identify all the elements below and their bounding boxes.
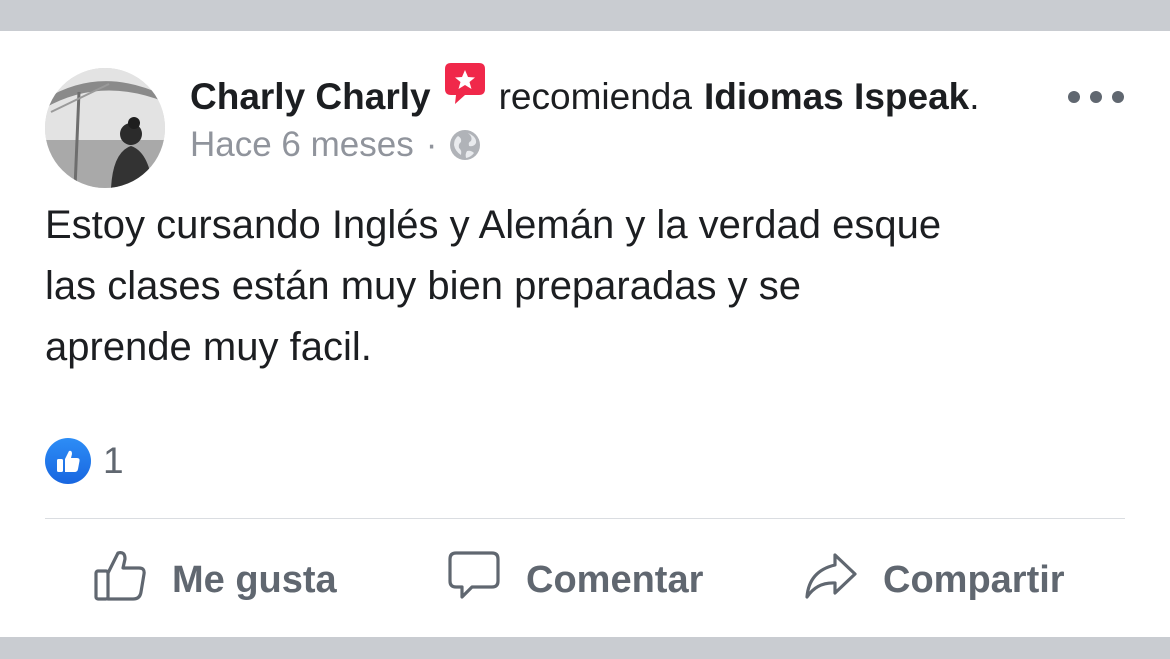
author-name[interactable]: Charly Charly bbox=[190, 76, 431, 118]
reactions-summary[interactable]: 1 bbox=[45, 438, 124, 484]
actions-divider bbox=[45, 518, 1125, 519]
thumbs-up-icon bbox=[92, 547, 148, 613]
post-timestamp[interactable]: Hace 6 meses bbox=[190, 125, 414, 165]
page-name-suffix: . bbox=[969, 76, 980, 117]
post-actions: Me gusta Comentar Compartir bbox=[0, 549, 1170, 611]
like-button[interactable]: Me gusta bbox=[92, 549, 337, 611]
recommend-badge-icon bbox=[443, 61, 487, 114]
post-header: Charly Charly recomienda Idiomas Ispeak. bbox=[190, 62, 980, 121]
post-text-line: Estoy cursando Inglés y Alemán y la verd… bbox=[45, 203, 942, 247]
comment-button[interactable]: Comentar bbox=[446, 549, 703, 611]
more-options-icon[interactable] bbox=[1068, 89, 1124, 105]
recommend-text: recomienda bbox=[498, 76, 692, 117]
post-text-line: aprende muy facil. bbox=[45, 325, 372, 369]
share-arrow-icon bbox=[803, 547, 859, 613]
avatar-photo bbox=[45, 68, 165, 188]
meta-separator: · bbox=[425, 125, 438, 164]
post-meta: Hace 6 meses · bbox=[190, 123, 481, 167]
more-dot bbox=[1068, 91, 1080, 103]
post-text-line: las clases están muy bien preparadas y s… bbox=[45, 264, 801, 308]
like-reaction-icon bbox=[45, 438, 91, 484]
like-label: Me gusta bbox=[172, 558, 337, 601]
reaction-count: 1 bbox=[103, 440, 124, 481]
more-dot bbox=[1112, 91, 1124, 103]
more-dot bbox=[1090, 91, 1102, 103]
comment-label: Comentar bbox=[526, 558, 704, 601]
comment-bubble-icon bbox=[446, 547, 502, 613]
post-body: Estoy cursando Inglés y Alemán y la verd… bbox=[45, 195, 1105, 378]
globe-icon[interactable] bbox=[449, 129, 481, 161]
post-card: Charly Charly recomienda Idiomas Ispeak.… bbox=[0, 31, 1170, 637]
share-button[interactable]: Compartir bbox=[803, 549, 1065, 611]
page-name-link[interactable]: Idiomas Ispeak bbox=[704, 76, 969, 118]
avatar[interactable] bbox=[45, 68, 165, 188]
share-label: Compartir bbox=[883, 558, 1065, 601]
